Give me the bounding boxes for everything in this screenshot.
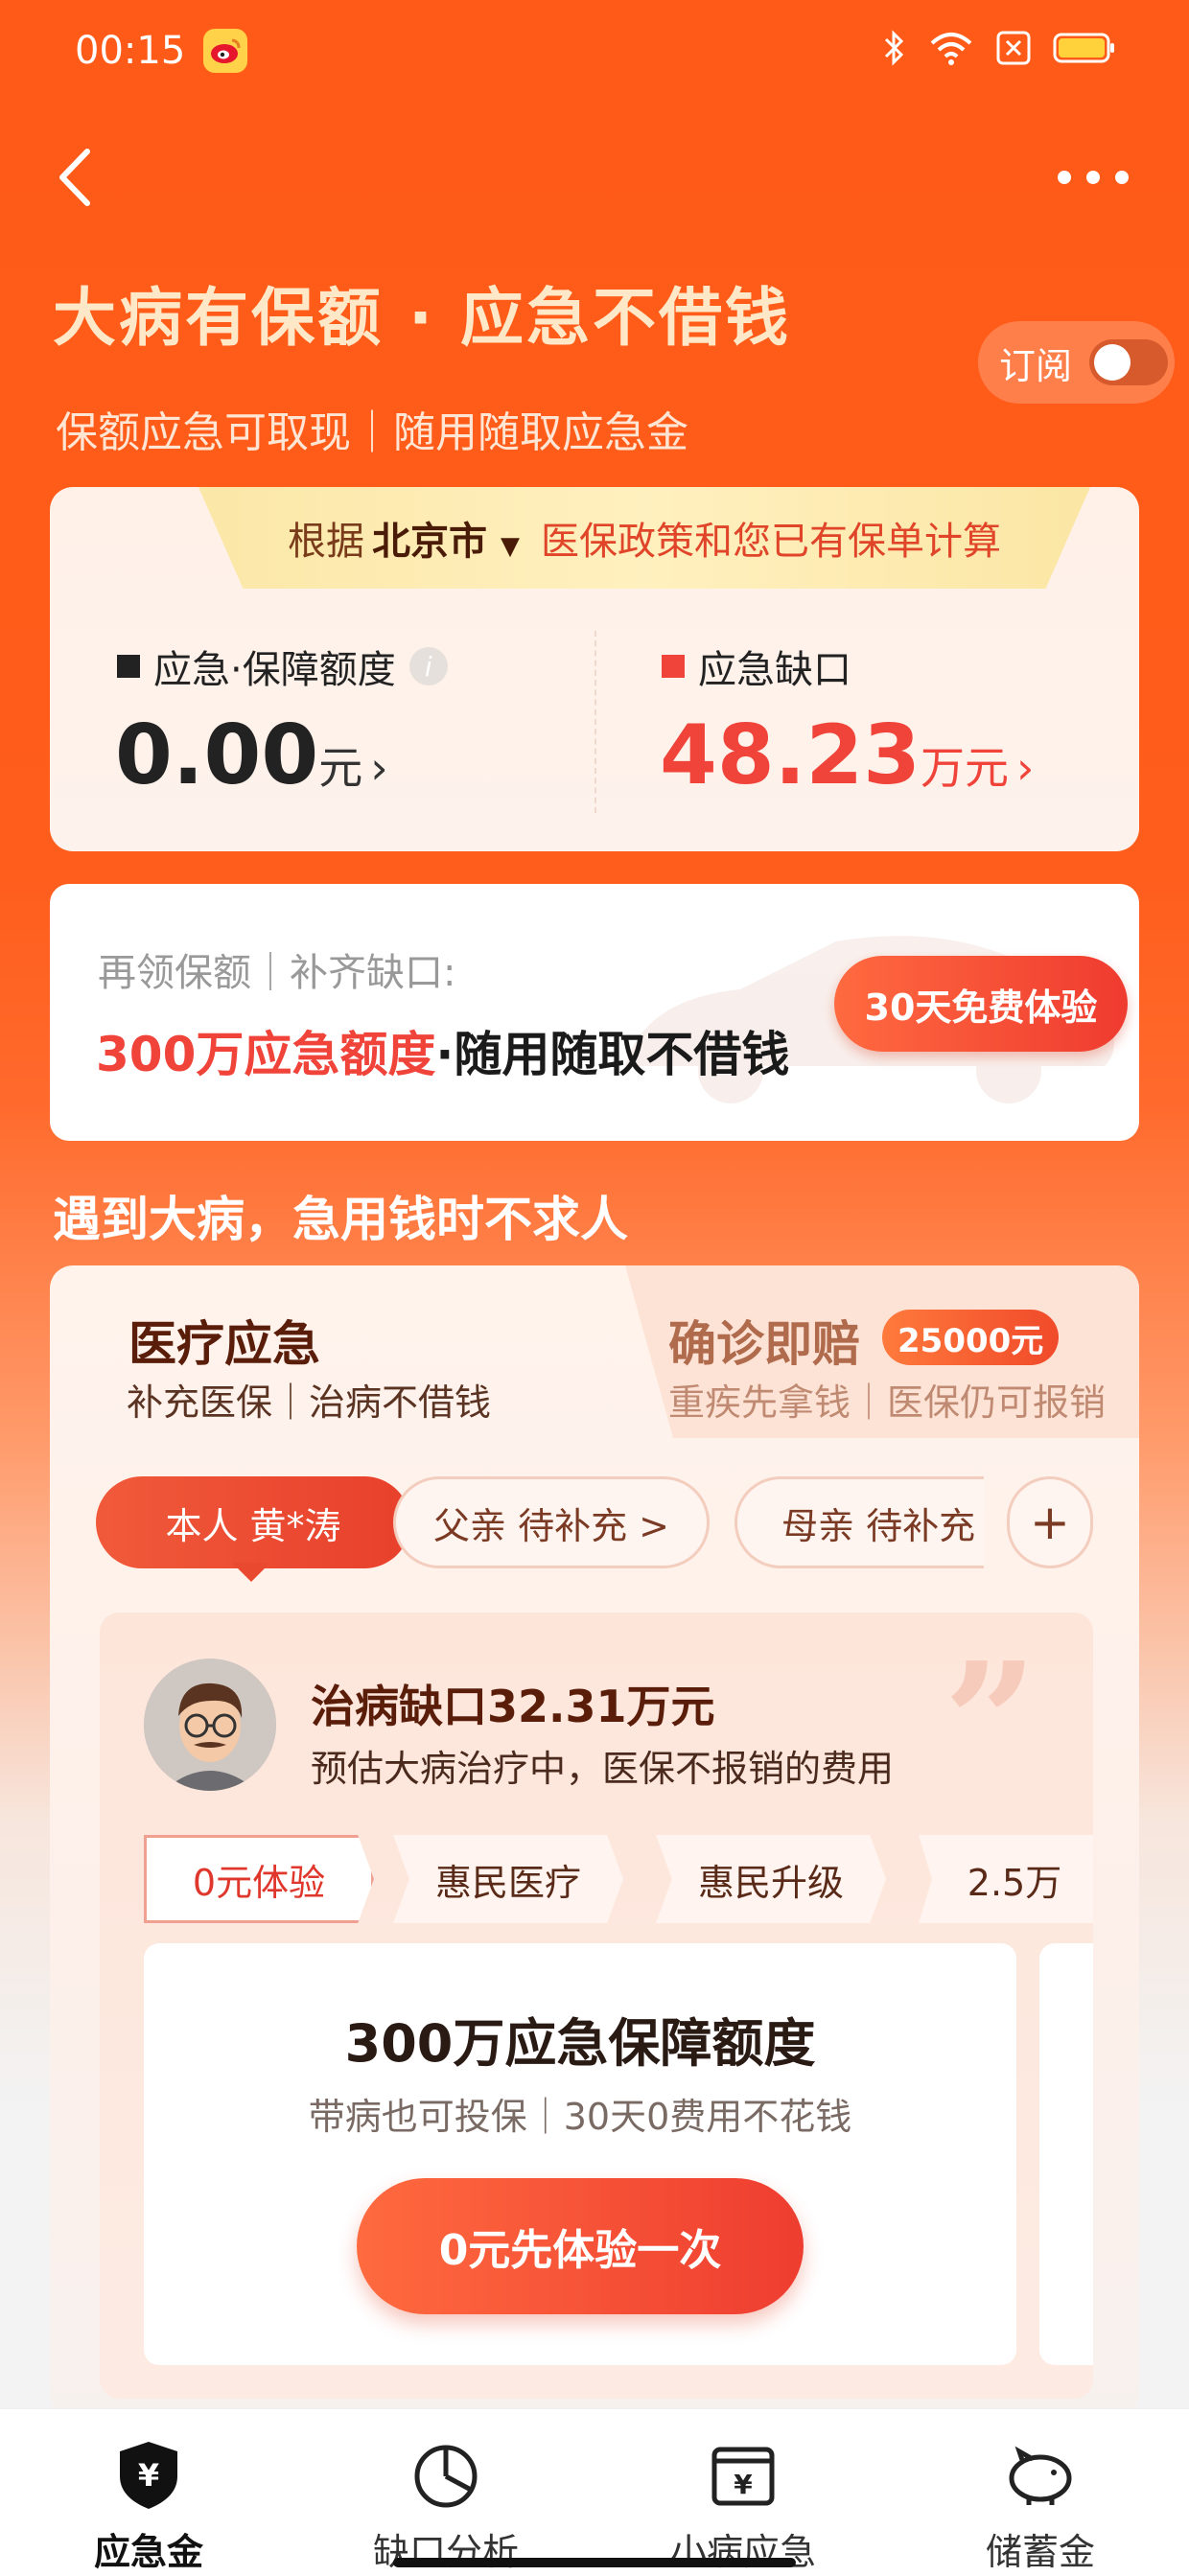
square-marker-icon <box>662 655 685 678</box>
nav-emergency-fund[interactable]: ¥ 应急金 <box>0 2409 297 2576</box>
add-person-button[interactable]: + <box>1007 1476 1093 1568</box>
coverage-summary-card: 根据 北京市 ▼ 医保政策和您已有保单计算 应急·保障额度 i 0.00 元 ›… <box>50 487 1139 851</box>
ribbon-suffix: 医保政策和您已有保单计算 <box>540 520 1001 564</box>
coverage-value-link[interactable]: 0.00 元 › <box>115 708 388 803</box>
shield-yen-icon: ¥ <box>120 2442 177 2509</box>
gap-value: 48.23 <box>660 708 921 803</box>
bottom-nav: ¥ 应急金 缺口分析 ¥ 小病应急 储蓄金 <box>0 2408 1189 2576</box>
pie-chart-icon <box>414 2445 478 2508</box>
close-box-icon <box>996 31 1031 65</box>
wifi-icon <box>930 33 972 65</box>
coverage-label: 应急·保障额度 <box>153 648 396 692</box>
svg-text:¥: ¥ <box>138 2457 159 2494</box>
person-chip-mother[interactable]: 母亲 待补充 <box>734 1476 984 1568</box>
nav-gap-analysis[interactable]: 缺口分析 <box>297 2409 594 2576</box>
emergency-card: 医疗应急 补充医保｜治病不借钱 确诊即赔 25000元 重疾先拿钱｜医保仍可报销… <box>50 1265 1139 2416</box>
hero-title: 大病有保额 · 应急不借钱 <box>53 281 792 355</box>
tab-medical-title: 医疗应急 <box>128 1316 320 1372</box>
next-plan-card-peek[interactable] <box>1039 1943 1093 2365</box>
payout-badge: 25000元 <box>882 1310 1060 1365</box>
chevron-right-icon: › <box>370 742 388 794</box>
coverage-label-row: 应急·保障额度 i <box>117 638 448 694</box>
tab-diagnosis-title: 确诊即赔 <box>668 1316 860 1372</box>
piggy-bank-icon <box>1009 2446 1072 2505</box>
step-huimin-upgrade[interactable]: 惠民升级 <box>656 1835 886 1923</box>
promo-subtitle: 再领保额｜补齐缺口: <box>98 951 456 995</box>
promo-card[interactable]: 再领保额｜补齐缺口: 300万应急额度·随用随取不借钱 30天免费体验 <box>50 884 1139 1141</box>
back-icon[interactable] <box>53 144 101 211</box>
step-25k[interactable]: 2.5万 <box>919 1835 1093 1923</box>
treatment-gap-subtitle: 预估大病治疗中，医保不报销的费用 <box>311 1748 895 1790</box>
plan-card: 300万应急保障额度 带病也可投保｜30天0费用不花钱 0元先体验一次 <box>144 1943 1016 2365</box>
gap-label: 应急缺口 <box>698 648 851 692</box>
toggle-knob <box>1094 344 1131 381</box>
step-huimin-medical[interactable]: 惠民医疗 <box>393 1835 623 1923</box>
coverage-unit: 元 <box>318 742 363 794</box>
info-icon[interactable]: i <box>408 647 448 685</box>
section-title: 遇到大病，急用钱时不求人 <box>53 1192 628 1247</box>
subscribe-label: 订阅 <box>999 344 1073 387</box>
status-icons <box>882 29 1116 67</box>
nav-label: 储蓄金 <box>985 2531 1095 2573</box>
person-chip-father[interactable]: 父亲 待补充 > <box>393 1476 710 1568</box>
caret-down-icon: ▼ <box>500 532 520 561</box>
tab-diagnosis-subtitle: 重疾先拿钱｜医保仍可报销 <box>668 1381 1107 1424</box>
plan-subtitle: 带病也可投保｜30天0费用不花钱 <box>308 2096 852 2138</box>
gap-unit: 万元 <box>921 742 1010 794</box>
avatar <box>144 1659 276 1791</box>
free-trial-once-button[interactable]: 0元先体验一次 <box>357 2178 804 2314</box>
chevron-right-icon: › <box>1016 742 1035 794</box>
battery-icon <box>1053 33 1114 63</box>
subscribe-toggle[interactable]: 订阅 <box>978 321 1175 404</box>
status-time: 00:15 <box>75 29 186 73</box>
nav-minor-illness[interactable]: ¥ 小病应急 <box>594 2409 892 2576</box>
promo-rest: ·随用随取不借钱 <box>435 1027 790 1082</box>
yen-box-icon: ¥ <box>711 2447 775 2506</box>
step-free-trial[interactable]: 0元体验 <box>144 1835 374 1923</box>
city-select[interactable]: 北京市 ▼ <box>372 510 520 566</box>
chip-pointer <box>232 1563 270 1582</box>
free-trial-button[interactable]: 30天免费体验 <box>834 956 1128 1052</box>
gap-label-row: 应急缺口 <box>662 638 851 694</box>
plan-title: 300万应急保障额度 <box>344 2013 816 2074</box>
person-chip-self[interactable]: 本人 黄*涛 <box>96 1476 410 1568</box>
coverage-value: 0.00 <box>115 708 319 803</box>
hero-subtitle: 保额应急可取现｜随用随取应急金 <box>56 408 688 457</box>
city-label: 北京市 <box>372 520 488 564</box>
nav-savings[interactable]: 储蓄金 <box>892 2409 1189 2576</box>
tab-medical-subtitle: 补充医保｜治病不借钱 <box>127 1381 492 1424</box>
promo-highlight: 300万应急额度 <box>96 1027 436 1082</box>
gap-detail-panel: ” 治病缺口32.31万元 预估大病治疗中，医保不报销的费用 0元体验 惠民医疗… <box>100 1613 1093 2399</box>
home-indicator <box>393 2558 796 2567</box>
more-icon[interactable] <box>1055 158 1131 197</box>
svg-text:¥: ¥ <box>734 2469 753 2500</box>
ribbon-prefix: 根据 <box>288 520 365 564</box>
bluetooth-icon <box>884 30 904 66</box>
weibo-icon <box>203 29 247 73</box>
divider <box>594 631 596 813</box>
promo-headline: 300万应急额度·随用随取不借钱 <box>96 1016 789 1085</box>
gap-value-link[interactable]: 48.23 万元 › <box>660 708 1034 803</box>
policy-ribbon: 根据 北京市 ▼ 医保政策和您已有保单计算 <box>198 487 1090 589</box>
quote-icon: ” <box>944 1627 1037 1819</box>
treatment-gap-title: 治病缺口32.31万元 <box>311 1681 715 1732</box>
square-marker-icon <box>117 655 140 678</box>
nav-label: 应急金 <box>93 2531 203 2573</box>
toggle-switch[interactable] <box>1089 339 1169 385</box>
